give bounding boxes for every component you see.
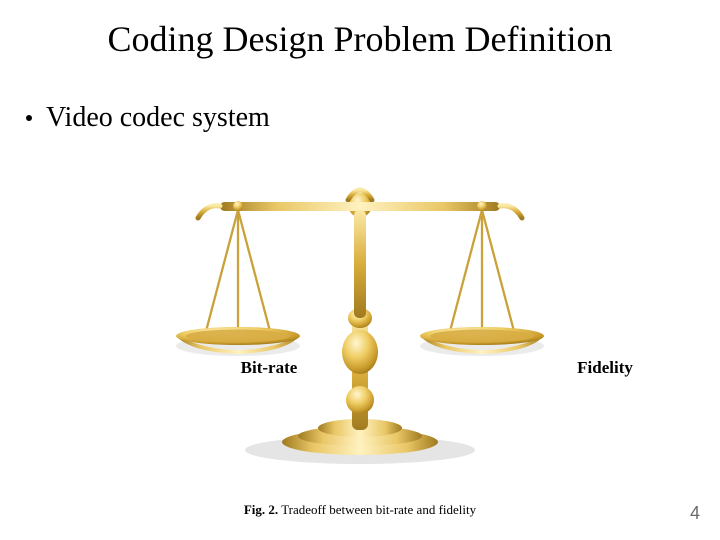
bullet-dot bbox=[26, 115, 32, 121]
label-fidelity: Fidelity bbox=[545, 358, 665, 378]
slide: Coding Design Problem Definition Video c… bbox=[0, 0, 720, 540]
label-bit-rate: Bit-rate bbox=[209, 358, 329, 378]
figure-caption-text: Tradeoff between bit-rate and fidelity bbox=[281, 502, 476, 517]
figure-number: Fig. 2. bbox=[244, 502, 278, 517]
bullet-text: Video codec system bbox=[46, 102, 270, 134]
slide-title: Coding Design Problem Definition bbox=[0, 18, 720, 60]
bullet-item: Video codec system bbox=[26, 102, 270, 134]
figure-caption: Fig. 2. Tradeoff between bit-rate and fi… bbox=[0, 502, 720, 518]
page-number: 4 bbox=[690, 503, 700, 524]
balance-scale-figure: Bit-rate Fidelity bbox=[135, 150, 585, 470]
balance-scale-icon bbox=[135, 150, 585, 470]
